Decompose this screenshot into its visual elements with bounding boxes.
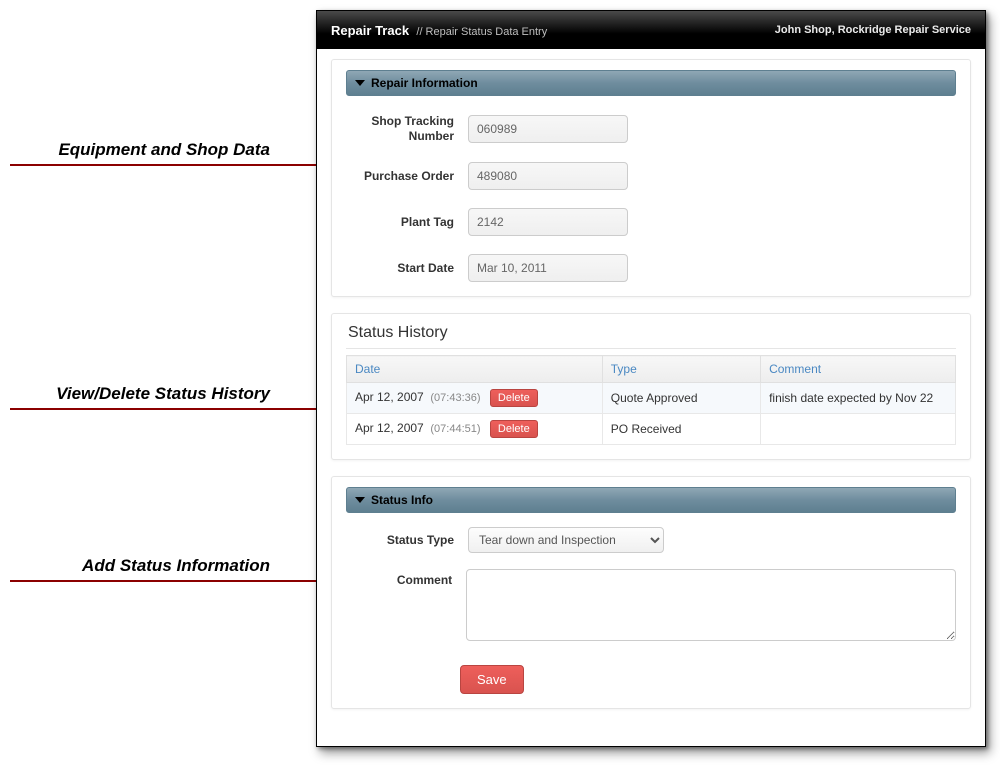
- col-type[interactable]: Type: [602, 356, 760, 383]
- status-history-divider: [346, 348, 956, 349]
- cell-type: Quote Approved: [602, 383, 760, 414]
- annotation-add: Add Status Information: [10, 556, 270, 576]
- select-status-type[interactable]: Tear down and Inspection: [468, 527, 664, 553]
- row-shop-tracking: Shop Tracking Number: [346, 114, 956, 144]
- row-start-date: Start Date: [346, 254, 956, 282]
- delete-button[interactable]: Delete: [490, 420, 538, 438]
- cell-date: Apr 12, 2007: [355, 390, 424, 404]
- repair-info-header[interactable]: Repair Information: [346, 70, 956, 96]
- input-shop-tracking[interactable]: [468, 115, 628, 143]
- annotation-equipment: Equipment and Shop Data: [10, 140, 270, 160]
- textarea-comment[interactable]: [466, 569, 956, 641]
- col-date[interactable]: Date: [347, 356, 603, 383]
- input-start-date[interactable]: [468, 254, 628, 282]
- status-history-table: Date Type Comment Apr 12, 2007 (07:43:36…: [346, 355, 956, 445]
- status-info-title: Status Info: [371, 493, 433, 507]
- current-user: John Shop, Rockridge Repair Service: [775, 24, 971, 36]
- input-plant-tag[interactable]: [468, 208, 628, 236]
- breadcrumb-page: // Repair Status Data Entry: [416, 26, 547, 38]
- label-start-date: Start Date: [346, 261, 468, 276]
- repair-info-title: Repair Information: [371, 76, 478, 90]
- cell-date: Apr 12, 2007: [355, 421, 424, 435]
- status-history-card: Status History Date Type Comment Apr: [331, 313, 971, 460]
- page-body: Repair Information Shop Tracking Number …: [317, 49, 985, 735]
- cell-type: PO Received: [602, 414, 760, 445]
- save-row: Save: [460, 665, 970, 694]
- label-comment: Comment: [346, 569, 466, 588]
- row-status-type: Status Type Tear down and Inspection: [346, 527, 956, 553]
- row-comment: Comment: [346, 569, 956, 641]
- cell-comment: [761, 414, 956, 445]
- annotation-history: View/Delete Status History: [10, 384, 270, 404]
- repair-info-card: Repair Information Shop Tracking Number …: [331, 59, 971, 297]
- annotation-history-line: [10, 408, 340, 410]
- row-plant-tag: Plant Tag: [346, 208, 956, 236]
- input-purchase-order[interactable]: [468, 162, 628, 190]
- app-brand: Repair Track: [331, 23, 409, 38]
- label-purchase-order: Purchase Order: [346, 169, 468, 184]
- cell-comment: finish date expected by Nov 22: [761, 383, 956, 414]
- top-bar: Repair Track // Repair Status Data Entry…: [317, 11, 985, 49]
- label-plant-tag: Plant Tag: [346, 215, 468, 230]
- cell-time: (07:44:51): [430, 423, 480, 435]
- chevron-down-icon: [355, 497, 365, 503]
- table-row: Apr 12, 2007 (07:44:51) Delete PO Receiv…: [347, 414, 956, 445]
- status-info-header[interactable]: Status Info: [346, 487, 956, 513]
- label-status-type: Status Type: [346, 533, 468, 548]
- status-info-card: Status Info Status Type Tear down and In…: [331, 476, 971, 709]
- annotation-equipment-line: [10, 164, 340, 166]
- col-comment[interactable]: Comment: [761, 356, 956, 383]
- cell-time: (07:43:36): [430, 392, 480, 404]
- save-button[interactable]: Save: [460, 665, 524, 694]
- table-row: Apr 12, 2007 (07:43:36) Delete Quote App…: [347, 383, 956, 414]
- delete-button[interactable]: Delete: [490, 389, 538, 407]
- breadcrumb: Repair Track // Repair Status Data Entry: [331, 23, 547, 38]
- chevron-down-icon: [355, 80, 365, 86]
- row-purchase-order: Purchase Order: [346, 162, 956, 190]
- status-history-title: Status History: [348, 324, 954, 342]
- annotation-add-line: [10, 580, 340, 582]
- label-shop-tracking: Shop Tracking Number: [346, 114, 468, 144]
- app-shell: Repair Track // Repair Status Data Entry…: [316, 10, 986, 747]
